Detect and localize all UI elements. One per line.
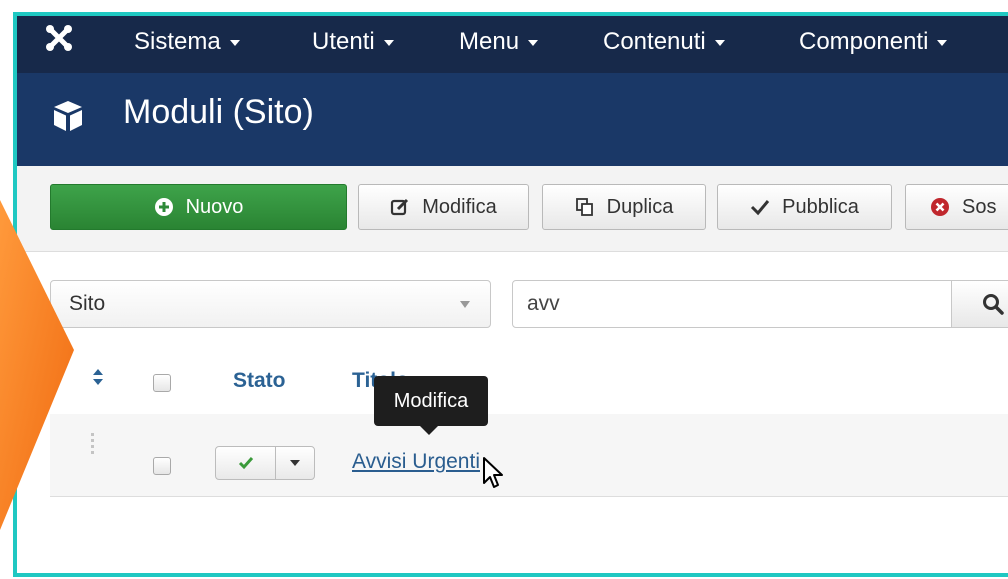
nav-menu-componenti[interactable]: Componenti: [799, 28, 948, 56]
chevron-down-icon: [528, 39, 539, 46]
chevron-down-icon: [937, 39, 948, 46]
tooltip: Modifica: [374, 376, 488, 426]
nav-label: Menu: [459, 28, 520, 55]
check-icon: [750, 198, 770, 216]
status-dropdown-toggle[interactable]: [276, 447, 314, 479]
duplicate-button-label: Duplica: [606, 195, 674, 218]
publish-button[interactable]: Pubblica: [717, 184, 892, 230]
top-navbar: Sistema Utenti Menu Contenuti Componenti: [17, 16, 1008, 73]
publish-button-label: Pubblica: [782, 195, 859, 218]
search-input[interactable]: [512, 280, 952, 328]
item-title-link[interactable]: Avvisi Urgenti: [352, 450, 480, 474]
page-title: Moduli (Sito): [123, 93, 314, 131]
nav-menu-sistema[interactable]: Sistema: [134, 28, 240, 56]
remove-circle-icon: [930, 197, 950, 217]
toolbar: Nuovo Modifica Duplica Pubblica Sos: [17, 166, 1008, 252]
column-header-status[interactable]: Stato: [233, 369, 286, 393]
tooltip-text: Modifica: [393, 389, 469, 412]
cube-icon: [54, 101, 82, 131]
orange-arrow-annotation: [0, 200, 74, 530]
check-icon: [238, 457, 253, 470]
chevron-down-icon: [383, 39, 394, 46]
plus-circle-icon: [154, 197, 174, 217]
copy-icon: [575, 197, 595, 217]
row-checkbox[interactable]: [153, 457, 171, 475]
page-header: Moduli (Sito): [17, 73, 1008, 166]
joomla-logo-icon[interactable]: [45, 24, 73, 52]
table-header: Stato Titolo: [50, 342, 1008, 415]
table-row: Avvisi Urgenti: [50, 414, 1008, 497]
client-select[interactable]: Sito: [50, 280, 491, 328]
duplicate-button[interactable]: Duplica: [542, 184, 706, 230]
new-button-label: Nuovo: [185, 195, 244, 218]
edit-button[interactable]: Modifica: [358, 184, 529, 230]
trash-button[interactable]: Sos: [905, 184, 1008, 230]
search-button[interactable]: [951, 280, 1008, 328]
edit-button-label: Modifica: [422, 195, 497, 218]
status-toggle-group: [215, 446, 315, 480]
filter-bar: Sito: [17, 252, 1008, 342]
nav-menu-utenti[interactable]: Utenti: [312, 28, 394, 56]
trash-button-label: Sos: [962, 195, 997, 218]
publish-status-button[interactable]: [216, 447, 276, 479]
browser-frame: Sistema Utenti Menu Contenuti Componenti…: [13, 12, 1008, 577]
chevron-down-icon: [229, 39, 240, 46]
chevron-down-icon: [290, 460, 300, 466]
tooltip-arrow: [420, 426, 438, 435]
nav-label: Contenuti: [603, 28, 706, 55]
nav-menu-menu[interactable]: Menu: [459, 28, 539, 56]
chevron-down-icon: [714, 39, 725, 46]
search-icon: [983, 294, 1004, 315]
nav-menu-contenuti[interactable]: Contenuti: [603, 28, 725, 56]
nav-label: Utenti: [312, 28, 375, 55]
nav-label: Sistema: [134, 28, 221, 55]
select-all-checkbox[interactable]: [153, 374, 171, 392]
chevron-down-icon: [460, 301, 470, 308]
edit-icon: [390, 197, 410, 217]
mouse-pointer-icon: [483, 457, 503, 488]
nav-label: Componenti: [799, 28, 929, 55]
